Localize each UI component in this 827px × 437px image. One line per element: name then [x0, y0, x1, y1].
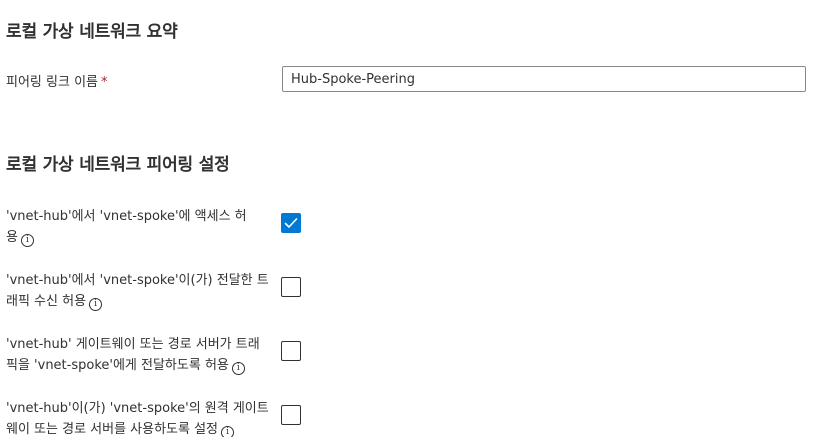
receive-forwarded-traffic-checkbox[interactable]	[281, 277, 301, 297]
option-use-remote-gateway: 'vnet-hub'이(가) 'vnet-spoke'의 원격 게이트 웨이 또…	[6, 398, 816, 437]
option-allow-access-label-line1: 'vnet-hub'에서 'vnet-spoke'에 액세스 허	[6, 209, 247, 224]
option-receive-forwarded-traffic-label-line1: 'vnet-hub'에서 'vnet-spoke'이(가) 전달한 트	[6, 273, 269, 288]
info-icon[interactable]: i	[231, 362, 245, 375]
option-allow-access-label-line2: 용	[6, 230, 18, 245]
option-allow-access-label: 'vnet-hub'에서 'vnet-spoke'에 액세스 허 용i	[6, 206, 276, 248]
allow-access-checkbox[interactable]	[281, 213, 301, 233]
option-use-remote-gateway-label: 'vnet-hub'이(가) 'vnet-spoke'의 원격 게이트 웨이 또…	[6, 398, 276, 437]
local-vnet-peering-settings-title: 로컬 가상 네트워크 피어링 설정	[6, 155, 230, 175]
option-use-remote-gateway-label-line2: 웨이 또는 경로 서버를 사용하도록 설정	[6, 422, 219, 437]
info-icon[interactable]: i	[20, 234, 34, 247]
required-marker: *	[101, 75, 108, 90]
option-gateway-transit-label: 'vnet-hub' 게이트웨이 또는 경로 서버가 트래 픽을 'vnet-s…	[6, 334, 276, 376]
checkmark-icon	[284, 218, 298, 228]
info-icon[interactable]: i	[221, 426, 235, 437]
info-icon[interactable]: i	[89, 298, 103, 311]
option-receive-forwarded-traffic-label: 'vnet-hub'에서 'vnet-spoke'이(가) 전달한 트 래픽 수…	[6, 270, 276, 312]
peering-link-name-label: 피어링 링크 이름 *	[6, 71, 108, 90]
vnet-peering-page: 로컬 가상 네트워크 요약 피어링 링크 이름* 로컬 가상 네트워크 피어링 …	[0, 0, 827, 437]
option-gateway-transit-label-line2: 픽을 'vnet-spoke'에게 전달하도록 허용	[6, 358, 229, 373]
peering-link-name-label-text: 피어링 링크 이름	[6, 75, 98, 90]
peering-link-name-input[interactable]	[282, 66, 806, 92]
local-vnet-summary-title: 로컬 가상 네트워크 요약	[6, 22, 178, 42]
use-remote-gateway-checkbox[interactable]	[281, 405, 301, 425]
option-use-remote-gateway-label-line1: 'vnet-hub'이(가) 'vnet-spoke'의 원격 게이트	[6, 401, 269, 416]
option-receive-forwarded-traffic: 'vnet-hub'에서 'vnet-spoke'이(가) 전달한 트 래픽 수…	[6, 270, 816, 318]
option-gateway-transit-label-line1: 'vnet-hub' 게이트웨이 또는 경로 서버가 트래	[6, 337, 260, 352]
option-receive-forwarded-traffic-label-line2: 래픽 수신 허용	[6, 294, 87, 309]
gateway-transit-checkbox[interactable]	[281, 341, 301, 361]
option-gateway-transit: 'vnet-hub' 게이트웨이 또는 경로 서버가 트래 픽을 'vnet-s…	[6, 334, 816, 382]
option-allow-access: 'vnet-hub'에서 'vnet-spoke'에 액세스 허 용i	[6, 206, 816, 254]
